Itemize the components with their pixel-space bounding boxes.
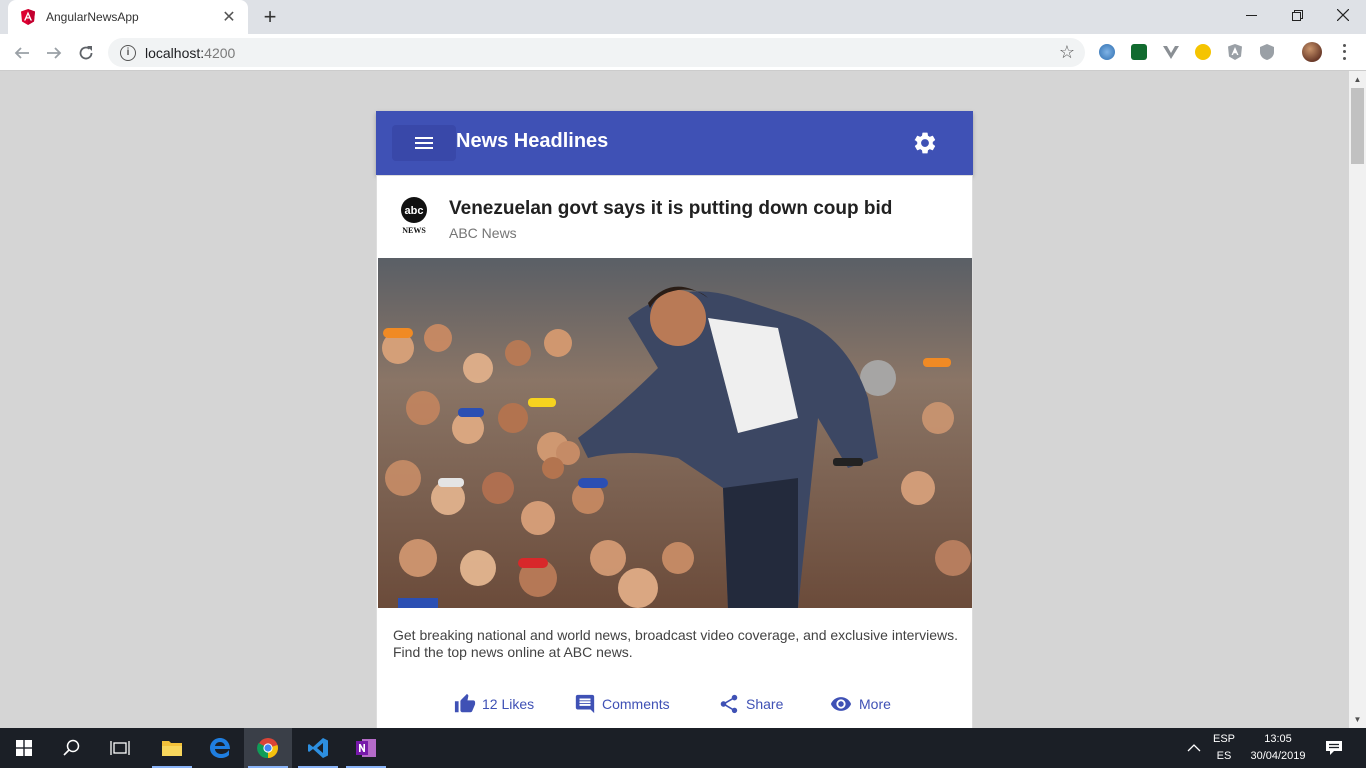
back-icon[interactable] — [8, 39, 36, 67]
input-language-bottom[interactable]: ES — [1208, 750, 1240, 762]
logo-text: abc — [405, 205, 424, 217]
browser-tab[interactable]: AngularNewsApp ✕ — [8, 0, 248, 34]
onenote-icon[interactable] — [342, 728, 390, 768]
forward-icon[interactable] — [40, 39, 68, 67]
chrome-browser-icon[interactable] — [244, 728, 292, 768]
clock-time[interactable]: 13:05 — [1244, 733, 1312, 745]
restore-icon[interactable] — [1274, 0, 1320, 30]
logo-subtext: NEWS — [402, 226, 426, 235]
reload-icon[interactable] — [72, 39, 100, 67]
windows-taskbar: ESP ES 13:05 30/04/2019 — [0, 728, 1366, 768]
crowd-photo-image — [378, 258, 972, 608]
share-button[interactable]: Share — [718, 689, 783, 719]
site-info-icon[interactable]: i — [120, 44, 136, 61]
more-label: More — [859, 696, 891, 712]
extension-globe-icon[interactable] — [1099, 44, 1115, 60]
extension-angular-icon[interactable] — [1227, 44, 1243, 60]
thumb-up-icon — [454, 693, 476, 713]
menu-button[interactable] — [392, 125, 456, 161]
close-window-icon[interactable] — [1320, 0, 1366, 30]
abc-news-logo: abc NEWS — [401, 197, 427, 235]
edge-browser-icon[interactable] — [196, 728, 244, 768]
windows-start-icon[interactable] — [0, 728, 48, 768]
search-icon[interactable] — [48, 728, 96, 768]
url-host: localhost: — [145, 44, 205, 61]
app-title: News Headlines — [456, 130, 609, 152]
browser-toolbar: i localhost: 4200 ☆ — [0, 34, 1366, 71]
scroll-down-icon[interactable]: ▼ — [1349, 711, 1366, 728]
extension-vue-icon[interactable] — [1163, 44, 1179, 60]
article-headline[interactable]: Venezuelan govt says it is putting down … — [449, 198, 892, 220]
article-actions: 12 Likes Comments Share More — [377, 689, 974, 719]
scroll-thumb[interactable] — [1351, 88, 1364, 164]
tab-close-icon[interactable]: ✕ — [220, 8, 238, 26]
extension-moon-icon[interactable] — [1195, 44, 1211, 60]
tab-title: AngularNewsApp — [46, 10, 139, 24]
scroll-up-icon[interactable]: ▲ — [1349, 71, 1366, 88]
share-icon — [720, 694, 738, 714]
angular-favicon-icon — [21, 9, 35, 25]
vscode-icon[interactable] — [294, 728, 342, 768]
more-button[interactable]: More — [829, 689, 891, 719]
clock-date[interactable]: 30/04/2019 — [1244, 750, 1312, 762]
comment-icon — [575, 694, 595, 714]
url-port: 4200 — [204, 44, 236, 61]
hamburger-icon — [415, 137, 433, 149]
profile-avatar[interactable] — [1302, 42, 1322, 62]
bookmark-star-icon[interactable]: ☆ — [1059, 42, 1075, 63]
extension-shield-icon[interactable] — [1259, 44, 1275, 60]
browser-menu-icon[interactable] — [1336, 42, 1352, 62]
page-scrollbar[interactable]: ▲ ▼ — [1349, 71, 1366, 728]
minimize-icon[interactable] — [1228, 0, 1274, 30]
article-source: ABC News — [449, 225, 517, 241]
news-card: abc NEWS Venezuelan govt says it is putt… — [376, 175, 973, 735]
article-photo — [378, 258, 972, 608]
share-label: Share — [746, 696, 784, 712]
input-language-top[interactable]: ESP — [1208, 733, 1240, 745]
browser-tabstrip: AngularNewsApp ✕ + — [0, 0, 1366, 34]
task-view-icon[interactable] — [96, 728, 144, 768]
extension-green-icon[interactable] — [1131, 44, 1147, 60]
comments-button[interactable]: Comments — [574, 689, 670, 719]
eye-icon — [830, 697, 852, 711]
new-tab-icon[interactable]: + — [258, 4, 282, 29]
settings-gear-icon[interactable] — [912, 130, 938, 156]
action-center-icon[interactable] — [1310, 728, 1358, 768]
address-bar[interactable]: i localhost: 4200 ☆ — [108, 38, 1085, 67]
comments-label: Comments — [602, 696, 670, 712]
file-explorer-icon[interactable] — [148, 728, 196, 768]
article-description: Get breaking national and world news, br… — [393, 627, 958, 660]
like-button[interactable]: 12 Likes — [454, 689, 534, 719]
app-toolbar: News Headlines — [376, 111, 973, 175]
like-label: 12 Likes — [482, 696, 535, 712]
